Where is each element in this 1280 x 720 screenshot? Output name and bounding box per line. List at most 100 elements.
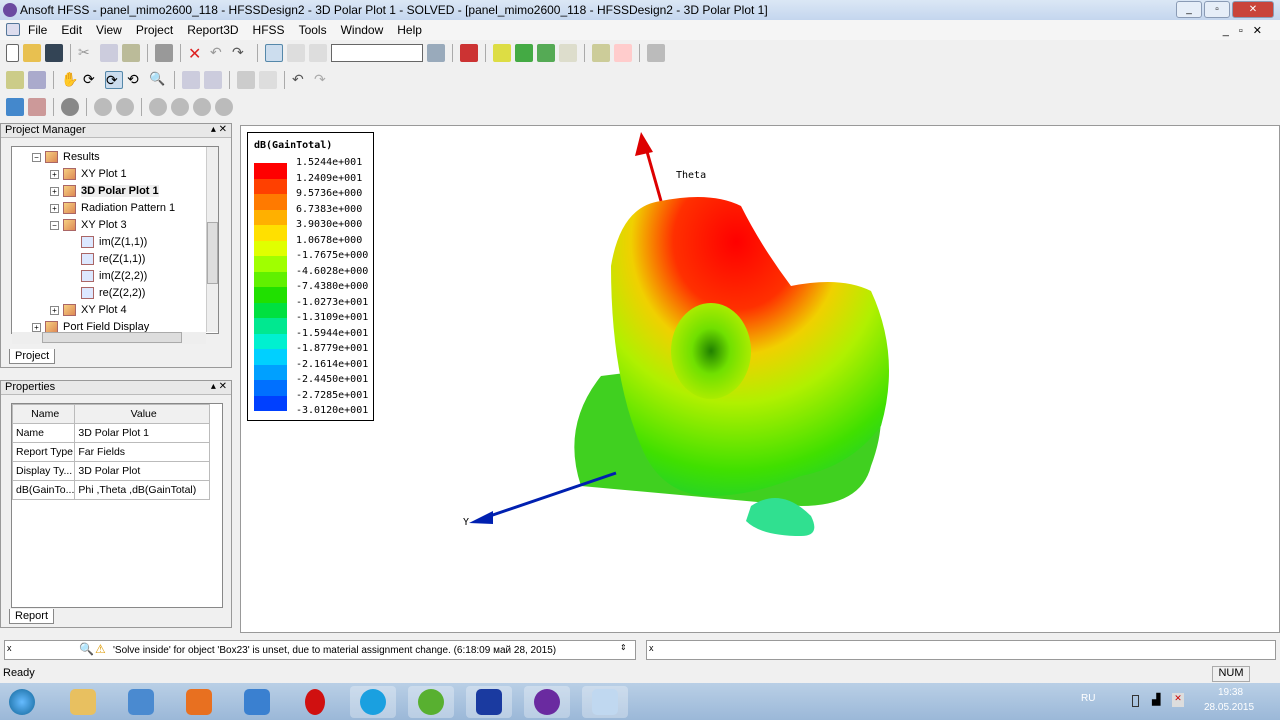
cut-icon[interactable]: ✂ [78, 44, 96, 62]
tab-report[interactable]: Report [9, 609, 55, 624]
message-close-button[interactable]: x [7, 643, 12, 653]
hide-view-icon[interactable] [193, 98, 211, 116]
selection-dropdown[interactable] [331, 44, 423, 62]
show-icon[interactable] [61, 98, 79, 116]
model-icon[interactable] [6, 98, 24, 116]
copy-icon[interactable] [100, 44, 118, 62]
tree-item[interactable]: im(Z(2,2)) [12, 268, 218, 285]
whats-this-icon[interactable] [28, 71, 46, 89]
select-icon[interactable] [265, 44, 283, 62]
model-tree-icon[interactable] [427, 44, 445, 62]
tree-item[interactable]: + Radiation Pattern 1 [12, 200, 218, 217]
clock-date[interactable]: 28.05.2015 [1204, 702, 1254, 713]
print-icon[interactable] [155, 44, 173, 62]
menu-hfss[interactable]: HFSS [253, 23, 285, 37]
minimize-button[interactable]: _ [1176, 1, 1202, 18]
open-icon[interactable] [23, 44, 41, 62]
property-row[interactable]: Display Ty... 3D Polar Plot [11, 461, 210, 481]
menu-window[interactable]: Window [341, 23, 384, 37]
menu-view[interactable]: View [96, 23, 122, 37]
tree-item[interactable]: +3D Polar Plot 1 [12, 183, 218, 200]
close-button[interactable]: ✕ [1232, 1, 1274, 18]
paint-taskbar-icon[interactable] [582, 686, 628, 718]
tree-item[interactable]: − Results [12, 149, 218, 166]
clock-time[interactable]: 19:38 [1218, 687, 1243, 698]
select-by-icon[interactable] [287, 44, 305, 62]
expand-toggle[interactable]: + [32, 322, 41, 332]
rotate-axis-icon[interactable]: ⟲ [127, 71, 145, 89]
expand-toggle[interactable]: + [50, 186, 59, 196]
undo-view-icon[interactable]: ↶ [292, 71, 310, 89]
panel-close-button[interactable]: ▴ ✕ [211, 381, 227, 392]
media-taskbar-icon[interactable] [118, 686, 164, 718]
explorer-taskbar-icon[interactable] [60, 686, 106, 718]
menu-project[interactable]: Project [136, 23, 173, 37]
tab-project[interactable]: Project [9, 349, 56, 364]
show-view-icon[interactable] [149, 98, 167, 116]
zoom-in-icon[interactable] [182, 71, 200, 89]
paste-icon[interactable] [122, 44, 140, 62]
property-value[interactable]: 3D Polar Plot 1 [74, 423, 210, 443]
undo-icon[interactable]: ↶ [210, 44, 228, 62]
new-icon[interactable] [6, 44, 19, 62]
redo-view-icon[interactable]: ↷ [314, 71, 332, 89]
menu-file[interactable]: File [28, 23, 47, 37]
create-report-icon[interactable] [614, 44, 632, 62]
validate-icon[interactable] [493, 44, 511, 62]
hfss-taskbar-icon[interactable] [524, 686, 570, 718]
property-row[interactable]: Name 3D Polar Plot 1 [11, 423, 210, 443]
start-button[interactable] [2, 686, 42, 718]
menu-report3d[interactable]: Report3D [187, 23, 238, 37]
hide-all-icon[interactable] [116, 98, 134, 116]
zoom-icon[interactable]: 🔍 [149, 71, 167, 89]
maximize-button[interactable]: ▫ [1204, 1, 1230, 18]
message-scroll[interactable]: ⇕ [620, 643, 627, 652]
tree-item[interactable]: re(Z(2,2)) [12, 285, 218, 302]
analyze-icon[interactable] [537, 44, 555, 62]
mdi-restore-button[interactable]: ▫ [1239, 25, 1253, 37]
tree-item[interactable]: re(Z(1,1)) [12, 251, 218, 268]
tree-item[interactable]: − XY Plot 3 [12, 217, 218, 234]
field-overlay-icon[interactable] [592, 44, 610, 62]
tree-vertical-scrollbar[interactable] [206, 147, 218, 332]
property-value[interactable]: Phi ,Theta ,dB(GainTotal) [74, 480, 210, 500]
expand-toggle[interactable]: + [50, 203, 59, 213]
mdi-controls[interactable]: _▫✕ [1223, 24, 1272, 37]
skype-taskbar-icon[interactable] [350, 686, 396, 718]
delete-icon[interactable]: ✕ [188, 44, 206, 63]
utorrent-taskbar-icon[interactable] [408, 686, 454, 718]
player-taskbar-icon[interactable] [176, 686, 222, 718]
select-face-icon[interactable] [309, 44, 327, 62]
network-icon[interactable]: ▟ [1152, 693, 1160, 706]
menu-help[interactable]: Help [397, 23, 422, 37]
report-icon[interactable] [559, 44, 577, 62]
3d-plot-viewport[interactable]: dB(GainTotal) 1.5244e+001 1.2409e+001 9.57… [240, 125, 1280, 633]
menu-tools[interactable]: Tools [299, 23, 327, 37]
stop-icon[interactable] [460, 44, 478, 62]
expand-toggle[interactable]: + [50, 169, 59, 179]
property-row[interactable]: Report Type Far Fields [11, 442, 210, 462]
orbit-icon[interactable]: ⟳ [105, 71, 123, 89]
battery-icon[interactable] [1132, 695, 1139, 707]
fit-all-icon[interactable] [237, 71, 255, 89]
language-indicator[interactable]: RU [1081, 693, 1095, 704]
zoom-out-icon[interactable] [204, 71, 222, 89]
check-icon[interactable] [515, 44, 533, 62]
expand-toggle[interactable]: + [50, 305, 59, 315]
opera-taskbar-icon[interactable] [292, 686, 338, 718]
windows-icon[interactable] [647, 44, 665, 62]
save-icon[interactable] [45, 44, 63, 62]
mdi-close-button[interactable]: ✕ [1253, 25, 1272, 37]
property-value[interactable]: Far Fields [74, 442, 210, 462]
volume-muted-icon[interactable]: ✕ [1172, 693, 1184, 707]
mdi-minimize-button[interactable]: _ [1223, 25, 1239, 37]
fit-selected-icon[interactable] [259, 71, 277, 89]
rotate-icon[interactable]: ⟳ [83, 71, 101, 89]
panel-close-button[interactable]: ▴ ✕ [211, 124, 227, 135]
property-value[interactable]: 3D Polar Plot [74, 461, 210, 481]
tree-item[interactable]: im(Z(1,1)) [12, 234, 218, 251]
show-all-icon[interactable] [171, 98, 189, 116]
redo-icon[interactable]: ↷ [232, 44, 250, 62]
property-row[interactable]: dB(GainTo... Phi ,Theta ,dB(GainTotal) [11, 480, 210, 500]
antenna-icon[interactable] [28, 98, 46, 116]
